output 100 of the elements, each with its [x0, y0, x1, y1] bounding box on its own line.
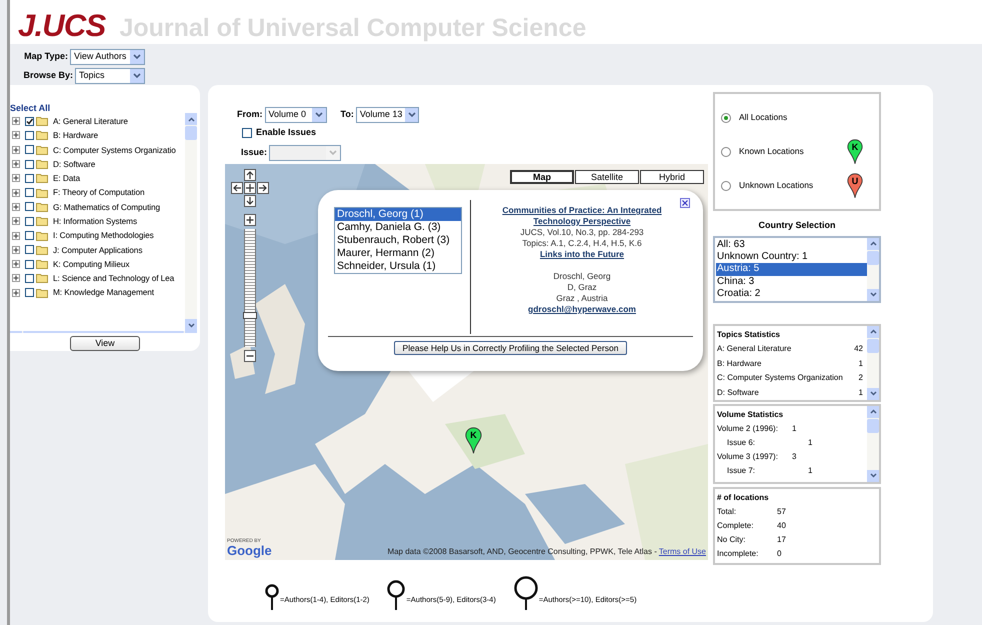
email-link[interactable]: gdroschl@hyperwave.com: [528, 304, 636, 315]
author-option[interactable]: Camhy, Daniela G. (3): [335, 221, 461, 234]
topic-checkbox[interactable]: [25, 116, 34, 126]
stat-label: B: Hardware: [717, 358, 762, 370]
topic-checkbox[interactable]: [25, 231, 34, 240]
expand-icon[interactable]: [12, 117, 20, 126]
expand-icon[interactable]: [12, 146, 20, 154]
country-option[interactable]: All: 63: [716, 238, 867, 251]
pan-right-button[interactable]: [257, 182, 269, 194]
pan-center-button[interactable]: [244, 182, 256, 194]
to-select[interactable]: Volume 13: [356, 107, 419, 123]
scrollbar[interactable]: [185, 113, 197, 331]
topic-label[interactable]: J: Computer Applications: [53, 244, 142, 256]
country-option[interactable]: China: 3: [716, 276, 867, 288]
scroll-thumb[interactable]: [867, 338, 879, 352]
filter-select[interactable]: Topics: [75, 68, 145, 84]
topic-checkbox[interactable]: [25, 145, 34, 154]
stat-value: 1: [808, 436, 812, 449]
location-radio[interactable]: [721, 146, 731, 156]
expand-icon[interactable]: [12, 188, 20, 197]
map-type-tab[interactable]: Map: [510, 170, 574, 184]
pan-down-button[interactable]: [244, 195, 256, 207]
scrollbar[interactable]: [867, 238, 879, 300]
scroll-thumb[interactable]: [867, 418, 879, 432]
expand-icon[interactable]: [12, 232, 20, 240]
topic-label[interactable]: M: Knowledge Management: [53, 286, 154, 299]
topic-label[interactable]: H: Information Systems: [53, 215, 138, 228]
country-option[interactable]: Austria: 5: [716, 263, 867, 276]
close-icon[interactable]: [680, 198, 690, 208]
zoom-in-button[interactable]: [244, 214, 256, 226]
stat-label: No City:: [717, 534, 746, 546]
topic-label[interactable]: C: Computer Systems Organizatio: [53, 144, 176, 156]
stat-value: 1: [792, 422, 796, 435]
author-option[interactable]: Stubenrauch, Robert (3): [335, 234, 461, 247]
topic-label[interactable]: L: Science and Technology of Lea: [53, 272, 174, 285]
country-option[interactable]: Unknown Country: 1: [716, 250, 867, 264]
caret-down-icon[interactable]: [870, 473, 876, 478]
zoom-slider[interactable]: [244, 229, 256, 347]
pan-up-button[interactable]: [244, 169, 256, 181]
expand-icon[interactable]: [12, 288, 20, 297]
topic-label[interactable]: B: Hardware: [53, 129, 98, 142]
stat-label: Volume 2 (1996):: [717, 422, 779, 435]
select-all-link[interactable]: Select All: [10, 103, 200, 113]
caret-up-icon[interactable]: [870, 329, 876, 334]
author-option[interactable]: Maurer, Hermann (2): [335, 247, 461, 260]
terms-link[interactable]: Terms of Use: [658, 546, 706, 558]
expand-icon[interactable]: [12, 246, 20, 254]
related-link[interactable]: Links into the Future: [540, 249, 624, 260]
scroll-thumb[interactable]: [867, 250, 879, 264]
map-type-tab[interactable]: Satellite: [575, 170, 639, 184]
topic-label[interactable]: D: Software: [53, 158, 96, 170]
caret-up-icon[interactable]: [188, 116, 194, 122]
caret-up-icon[interactable]: [870, 409, 876, 414]
caret-down-icon[interactable]: [870, 391, 876, 396]
expand-icon[interactable]: [12, 260, 20, 268]
topic-label[interactable]: F: Theory of Computation: [53, 186, 145, 199]
profile-help-button[interactable]: Please Help Us in Correctly Profiling the Selected Person: [394, 341, 628, 355]
stat-label: Complete:: [717, 520, 754, 532]
expand-icon[interactable]: [12, 174, 20, 182]
scroll-thumb[interactable]: [185, 126, 197, 140]
caret-down-icon[interactable]: [870, 292, 876, 297]
expand-icon[interactable]: [12, 160, 20, 168]
topic-label[interactable]: A: General Literature: [53, 114, 128, 128]
expand-icon[interactable]: [12, 274, 20, 282]
topic-checkbox[interactable]: [25, 174, 34, 183]
topic-label[interactable]: K: Computing Milieux: [53, 258, 130, 270]
author-option[interactable]: Droschl, Georg (1): [335, 208, 461, 221]
caret-down-icon[interactable]: [188, 322, 194, 328]
caret-up-icon[interactable]: [870, 241, 876, 246]
stat-value: 57: [777, 506, 786, 518]
enable-issues-checkbox[interactable]: [242, 128, 252, 138]
topic-checkbox[interactable]: [25, 245, 34, 254]
zoom-out-button[interactable]: [244, 350, 256, 362]
country-option[interactable]: Croatia: 2: [716, 288, 867, 301]
topic-label[interactable]: I: Computing Methodologies: [53, 229, 154, 242]
from-select[interactable]: Volume 0: [264, 107, 326, 123]
author-option[interactable]: Schneider, Ursula (1): [335, 260, 461, 273]
expand-icon[interactable]: [12, 217, 20, 226]
topic-checkbox[interactable]: [25, 188, 34, 198]
scrollbar[interactable]: [867, 406, 879, 482]
zoom-slider-thumb[interactable]: [243, 312, 257, 320]
topic-checkbox[interactable]: [25, 288, 34, 298]
scrollbar[interactable]: [867, 326, 879, 400]
filter-select[interactable]: View Authors: [70, 49, 145, 65]
topic-checkbox[interactable]: [25, 202, 34, 212]
topic-label[interactable]: E: Data: [53, 172, 80, 185]
view-button[interactable]: View: [70, 336, 140, 351]
pan-left-button[interactable]: [231, 182, 243, 194]
expand-icon[interactable]: [12, 131, 20, 140]
topic-checkbox[interactable]: [25, 216, 34, 226]
topic-checkbox[interactable]: [25, 274, 34, 283]
location-radio[interactable]: [721, 112, 731, 122]
paper-title-link[interactable]: Communities of Practice: An Integrated Technology Perspective: [487, 205, 677, 227]
map-type-tab[interactable]: Hybrid: [640, 170, 704, 184]
topic-checkbox[interactable]: [25, 160, 34, 169]
expand-icon[interactable]: [12, 202, 20, 211]
topic-checkbox[interactable]: [25, 130, 34, 140]
topic-checkbox[interactable]: [25, 260, 34, 269]
topic-label[interactable]: G: Mathematics of Computing: [53, 200, 160, 214]
location-radio[interactable]: [721, 180, 731, 190]
